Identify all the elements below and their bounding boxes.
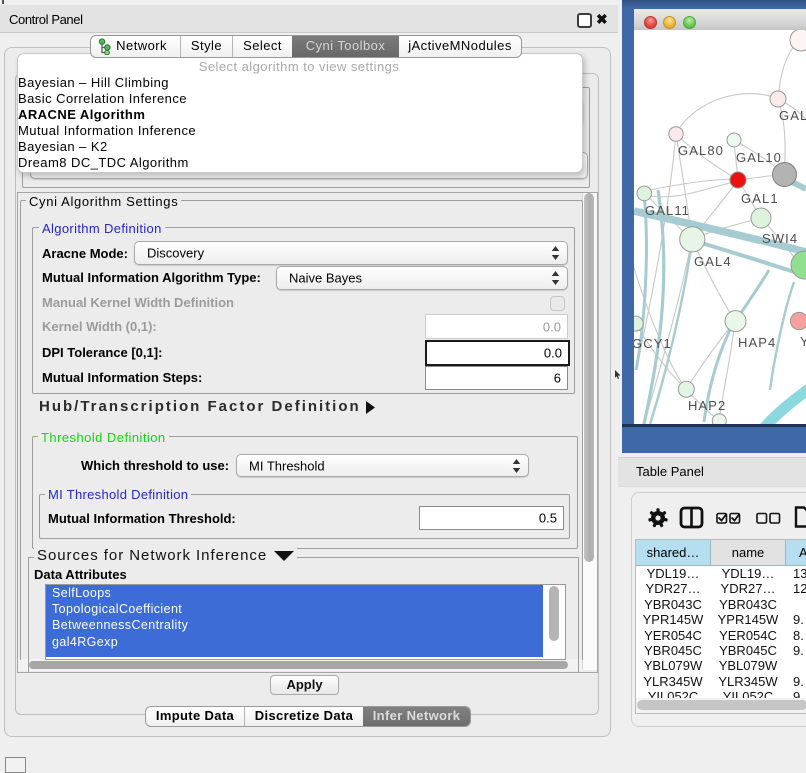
svg-text:GAL4: GAL4	[694, 254, 732, 269]
svg-text:GAL11: GAL11	[645, 203, 690, 218]
svg-text:HAP4: HAP4	[738, 335, 776, 350]
svg-text:GCY1: GCY1	[634, 336, 672, 351]
svg-text:HAP2: HAP2	[688, 398, 726, 413]
svg-text:GAL80: GAL80	[678, 143, 724, 158]
svg-text:Y: Y	[800, 334, 806, 349]
svg-text:GAL1: GAL1	[741, 191, 779, 206]
svg-text:GAL: GAL	[779, 108, 806, 123]
svg-text:SWI4: SWI4	[762, 231, 798, 246]
svg-text:GAL10: GAL10	[736, 150, 782, 165]
